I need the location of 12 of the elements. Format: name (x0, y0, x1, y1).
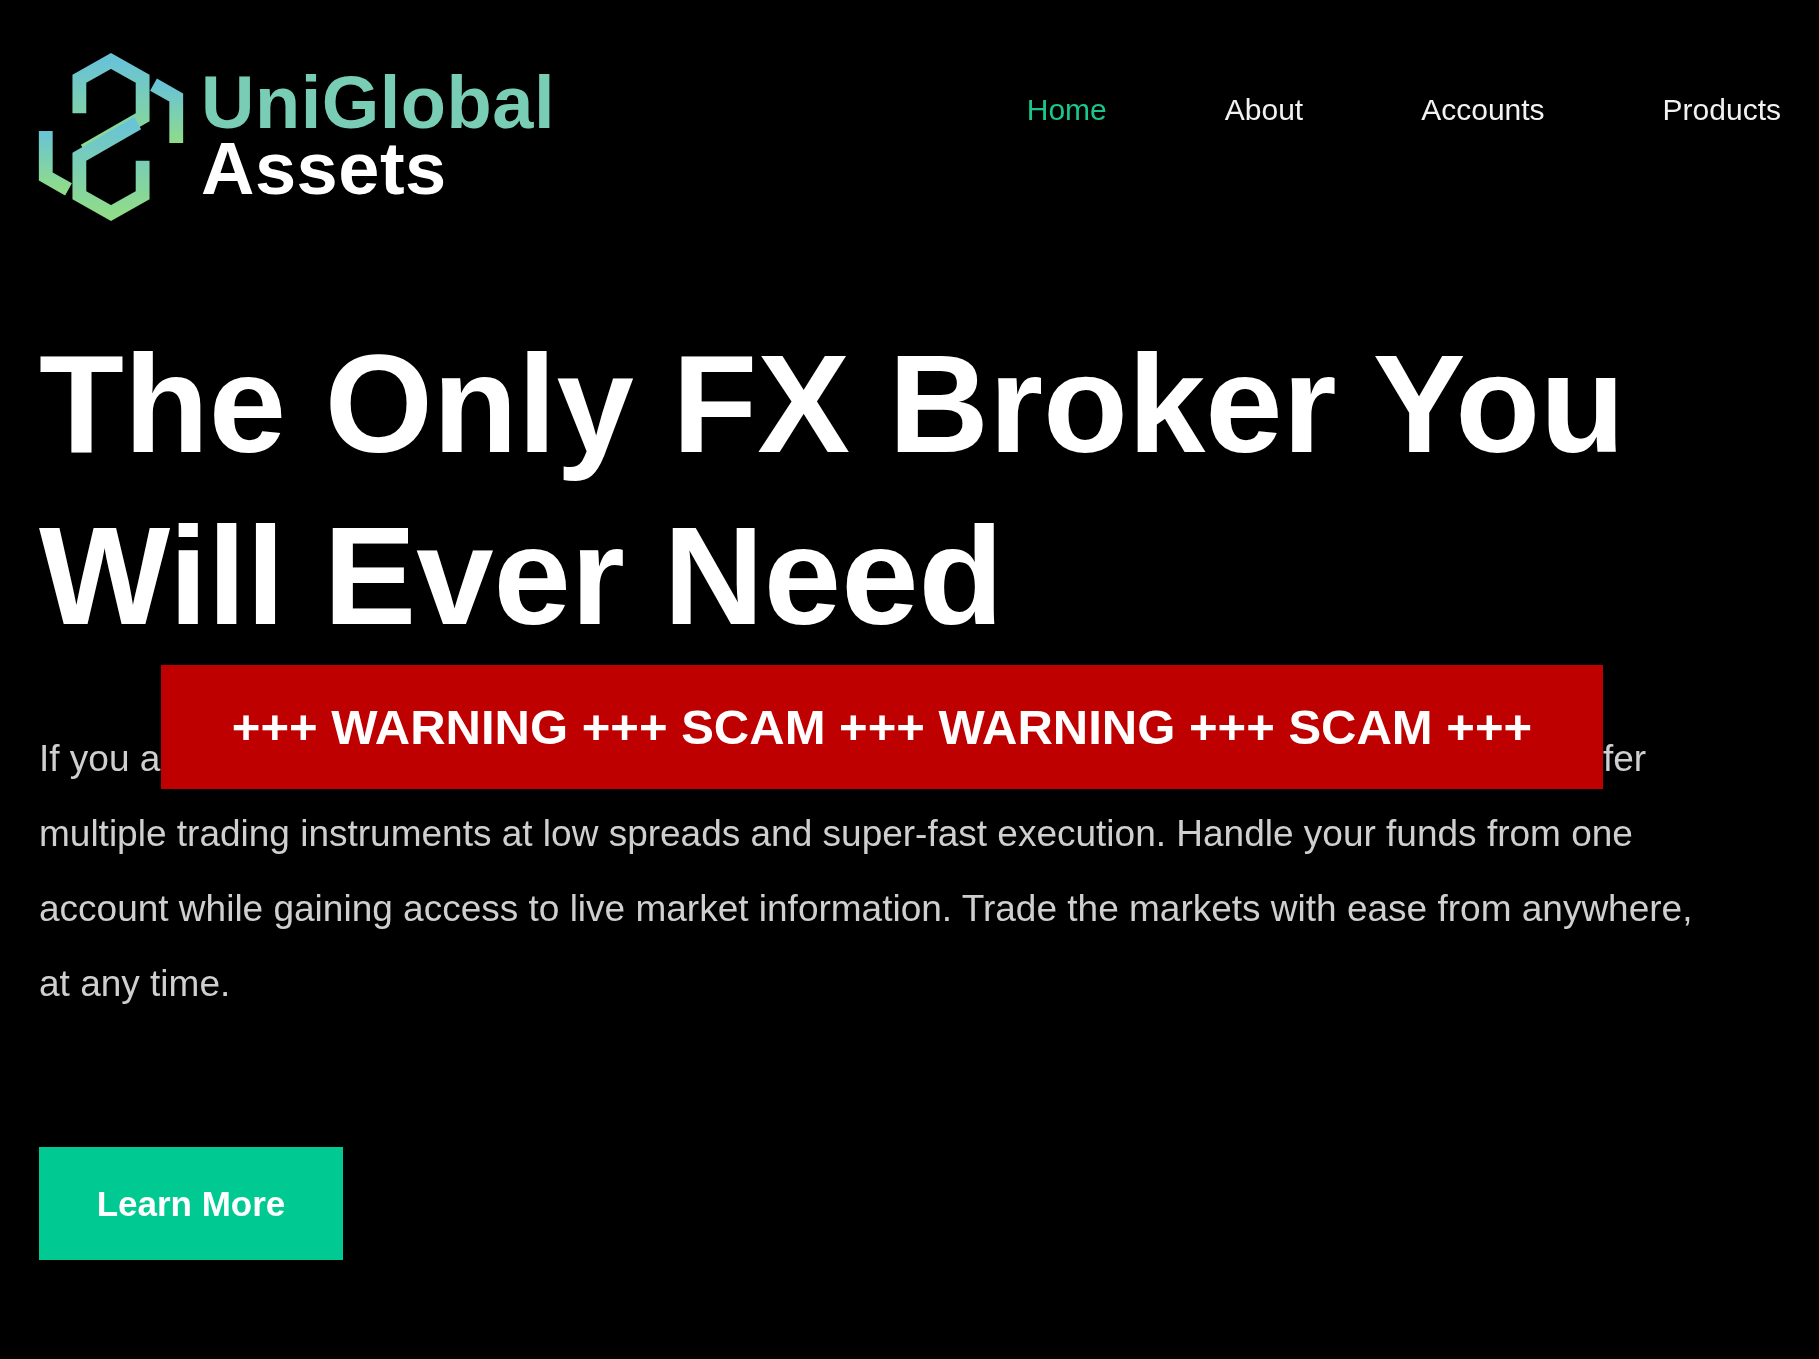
paragraph-fragment: fer (1603, 737, 1647, 781)
logo-text: UniGlobal (201, 70, 555, 136)
intro-paragraph: multiple trading instruments at low spreads and super-fast execution. Handle your funds from one account while gaining access to live market information. Trade the markets with ease from anywhere, at any time. (39, 812, 1693, 1006)
nav-link[interactable]: About (1224, 92, 1304, 128)
nav-link[interactable]: Home (1026, 92, 1107, 128)
paragraph-fragment: If you a (39, 737, 161, 781)
hexagon-logo-icon (38, 52, 184, 222)
hero-heading: The Only FX Broker You Will Ever Need (39, 325, 1626, 655)
nav-link[interactable]: Products (1662, 92, 1781, 128)
logo-text: Assets (201, 136, 447, 202)
warning-banner: +++ WARNING +++ SCAM +++ WARNING +++ SCAM +++ (161, 665, 1603, 789)
nav-link[interactable]: Accounts (1421, 92, 1545, 128)
